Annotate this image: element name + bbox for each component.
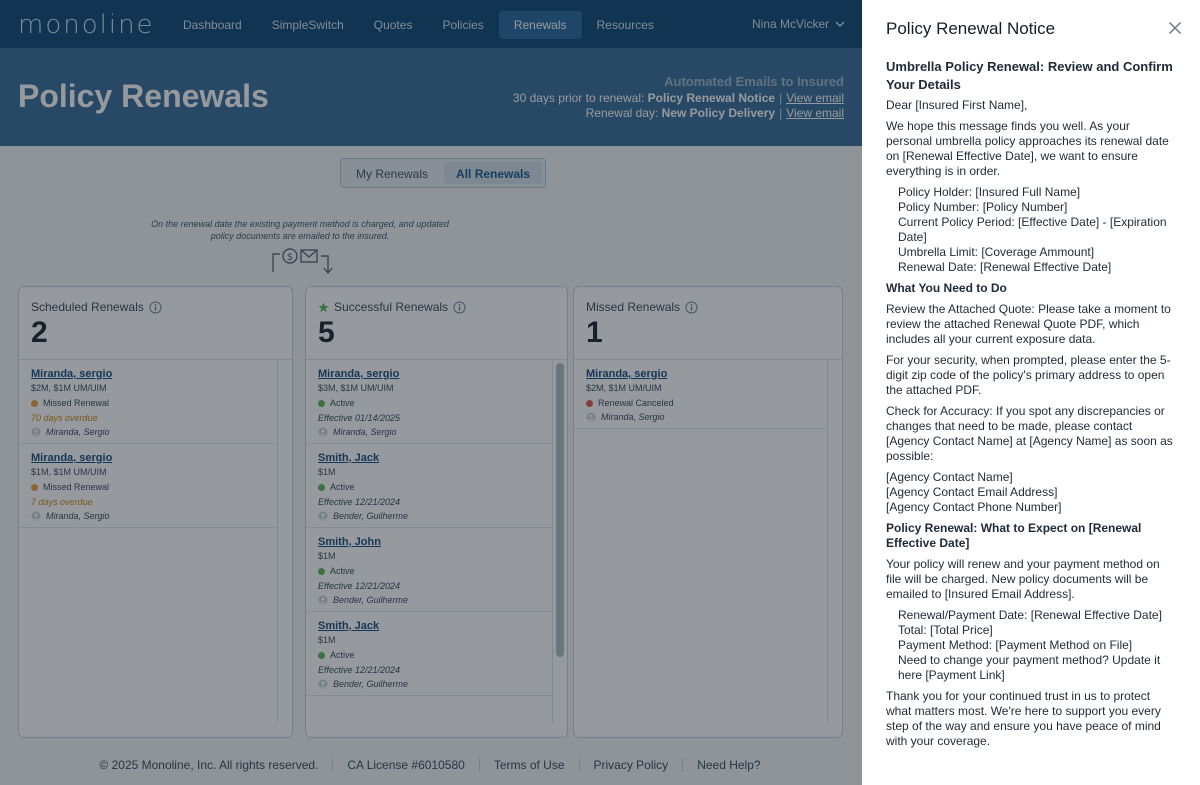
email-greeting: Dear [Insured First Name], <box>886 98 1028 112</box>
list-item: Need to change your payment method? Upda… <box>898 653 1161 682</box>
agency-contact-phone: [Agency Contact Phone Number] <box>886 500 1062 514</box>
list-item: Policy Number: [Policy Number] <box>898 200 1068 214</box>
panel-title: Policy Renewal Notice <box>886 19 1056 38</box>
payment-details-list: Renewal/Payment Date: [Renewal Effective… <box>898 608 1176 683</box>
list-item: Current Policy Period: [Effective Date] … <box>898 215 1167 244</box>
agency-contact-name: [Agency Contact Name] <box>886 470 1013 484</box>
todo-heading: What You Need to Do <box>886 281 1007 295</box>
agency-contact-block: [Agency Contact Name] [Agency Contact Em… <box>886 470 1176 515</box>
policy-details-list: Policy Holder: [Insured Full Name] Polic… <box>898 185 1176 275</box>
list-item: Renewal/Payment Date: [Renewal Effective… <box>898 608 1162 622</box>
email-subject: Umbrella Policy Renewal: Review and Conf… <box>886 59 1173 92</box>
modal-backdrop[interactable] <box>0 0 862 785</box>
todo-review: Review the Attached Quote: Please take a… <box>886 302 1171 346</box>
policy-renewal-notice-panel: Policy Renewal Notice Umbrella Policy Re… <box>862 0 1200 785</box>
list-item: Total: [Total Price] <box>898 623 993 637</box>
list-item: Renewal Date: [Renewal Effective Date] <box>898 260 1112 274</box>
agency-contact-email: [Agency Contact Email Address] <box>886 485 1058 499</box>
list-item: Payment Method: [Payment Method on File] <box>898 638 1133 652</box>
email-preview: Umbrella Policy Renewal: Review and Conf… <box>886 58 1176 755</box>
expect-text: Your policy will renew and your payment … <box>886 557 1160 601</box>
todo-accuracy: Check for Accuracy: If you spot any disc… <box>886 404 1173 463</box>
expect-heading: Policy Renewal: What to Expect on [Renew… <box>886 521 1142 550</box>
todo-security: For your security, when prompted, please… <box>886 353 1171 397</box>
email-closing: Thank you for your continued trust in us… <box>886 689 1161 748</box>
list-item: Policy Holder: [Insured Full Name] <box>898 185 1081 199</box>
list-item: Umbrella Limit: [Coverage Ammount] <box>898 245 1095 259</box>
email-intro: We hope this message finds you well. As … <box>886 119 1169 178</box>
close-icon[interactable] <box>1168 21 1182 35</box>
